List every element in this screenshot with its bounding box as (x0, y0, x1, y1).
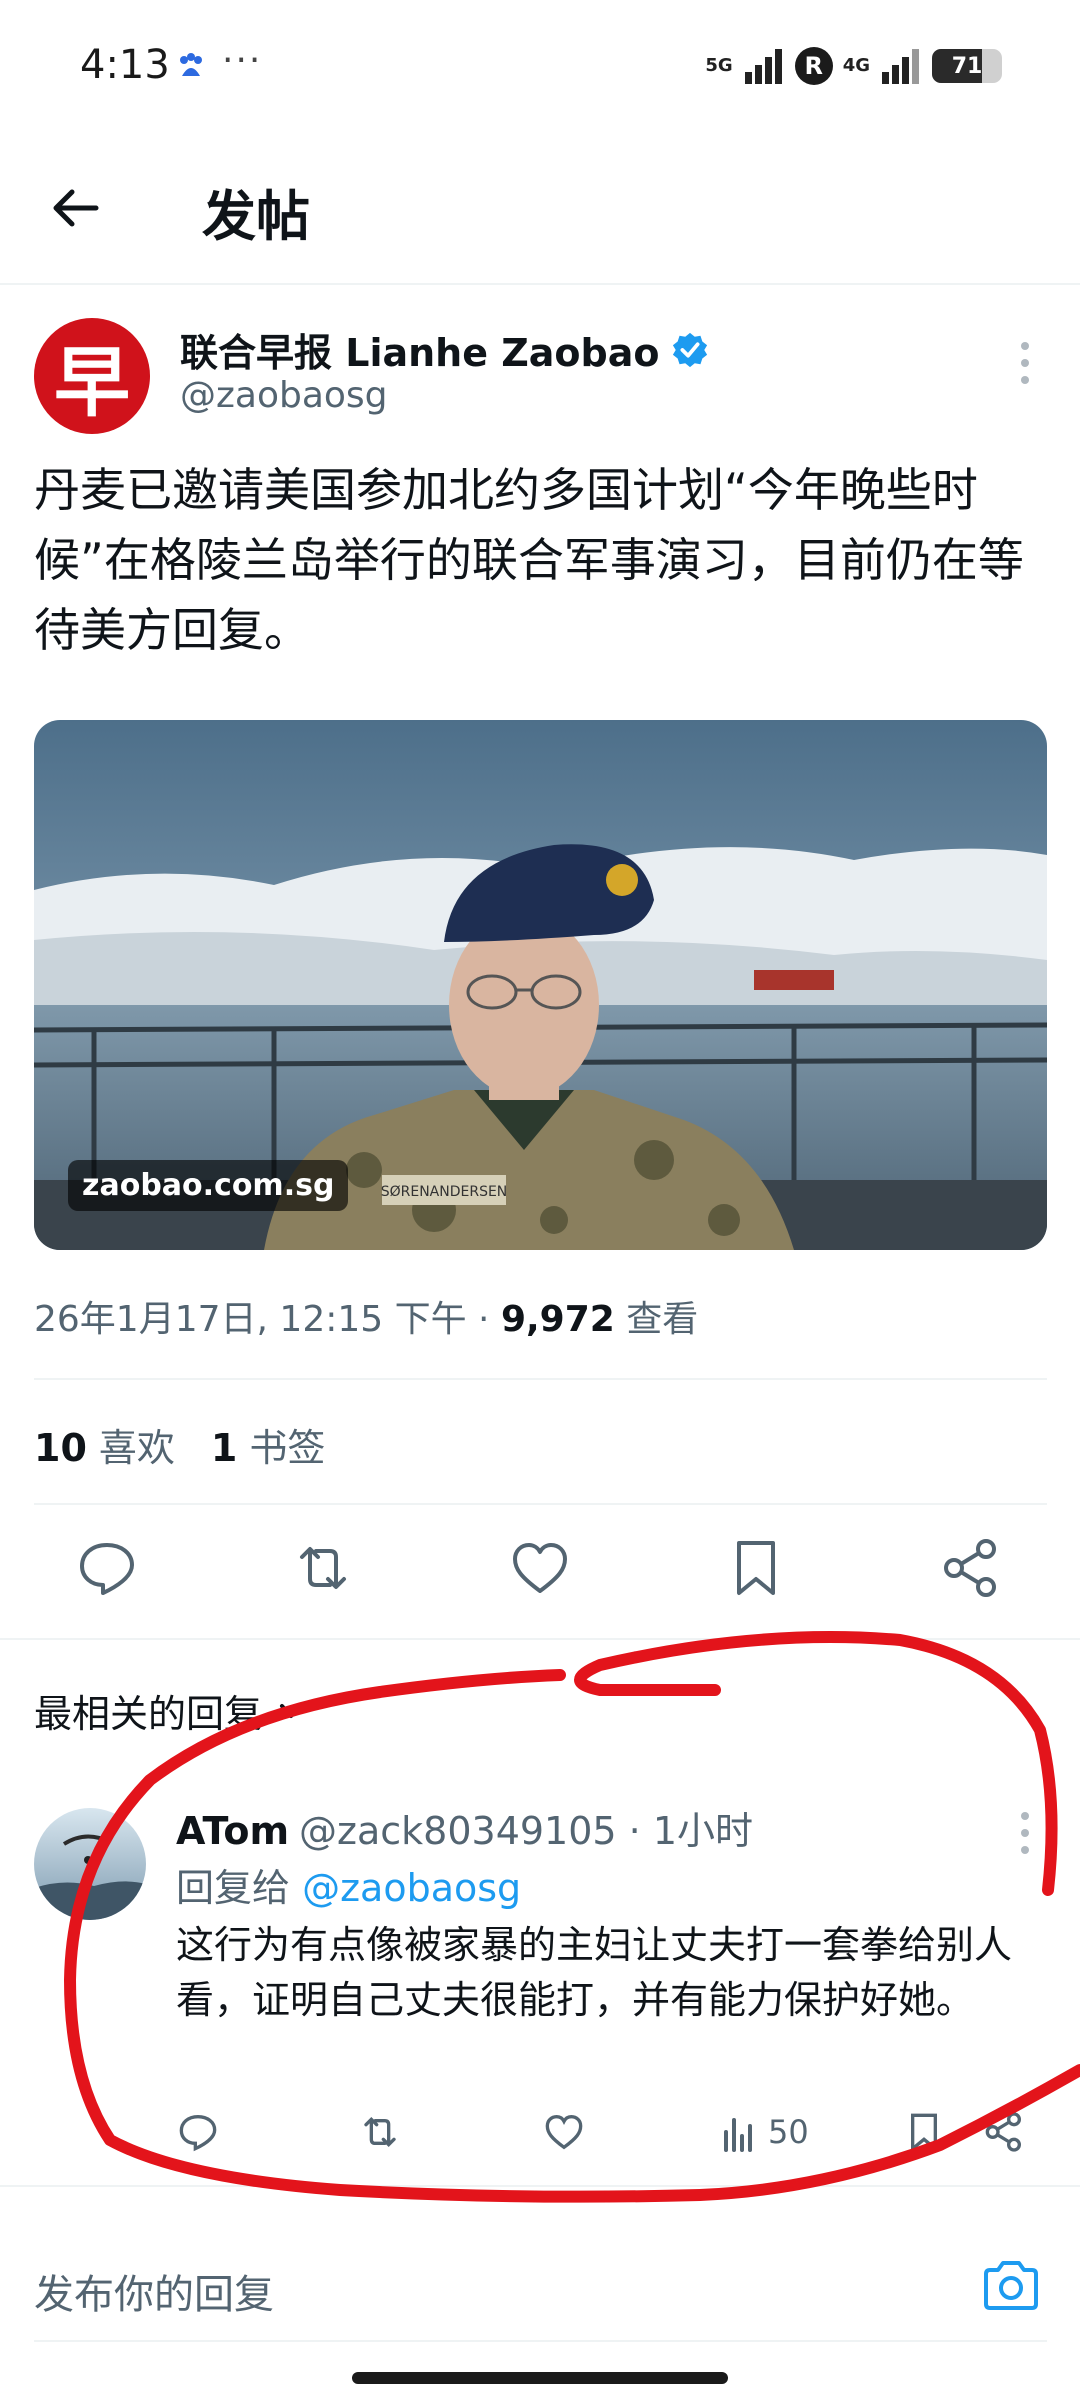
verified-badge-icon (673, 332, 708, 367)
signal-strength-icon (882, 49, 919, 84)
reply-icon (179, 2114, 217, 2152)
bookmark-icon (911, 2113, 937, 2153)
tweet-text: 丹麦已邀请美国参加北约多国计划“今年晚些时候”在格陵兰岛举行的联合军事演习，目前… (34, 463, 1024, 657)
post-header: 发帖 (0, 130, 1080, 285)
reply-text: 这行为有点像被家暴的主妇让丈夫打一套拳给别人看，证明自己丈夫很能打，并有能力保护… (176, 1923, 1013, 2022)
uniform-name-patch: SØRENANDERSEN (381, 1184, 508, 1200)
reply-views-count: 50 (768, 2113, 809, 2151)
camera-icon[interactable] (980, 2256, 1042, 2316)
bookmarks-stat[interactable]: 1 书签 (211, 1417, 325, 1472)
reply-like-button[interactable] (542, 2108, 586, 2156)
tweet-image[interactable]: SØRENANDERSEN zaobao.com.sg (34, 720, 1047, 1250)
views-count: 9,972 (500, 1299, 615, 1340)
page-title: 发帖 (202, 185, 310, 248)
baidu-icon (180, 53, 202, 76)
reply-author-name[interactable]: ATom (176, 1809, 289, 1853)
reply-action-bar: 50 (0, 2108, 1080, 2158)
replies-sort-label: 最相关的回复 (34, 1692, 263, 1736)
status-time: 4:13 (80, 42, 170, 88)
avatar-paraglider-image (34, 1808, 146, 1920)
replies-sort-dropdown[interactable]: 最相关的回复 (34, 1683, 306, 1738)
retweet-icon[interactable] (290, 1535, 356, 1601)
author-handle[interactable]: @zaobaosg (180, 375, 388, 416)
reply-header: ATom @zack80349105 · 1小时 (176, 1800, 753, 1855)
section-separator (0, 1638, 1080, 1640)
tweet-stats: 10 喜欢 1 书签 (34, 1417, 325, 1472)
like-icon[interactable] (507, 1535, 573, 1601)
author-avatar[interactable]: 早 (34, 318, 150, 434)
likes-stat[interactable]: 10 喜欢 (34, 1417, 175, 1472)
reply-retweet-button[interactable] (358, 2108, 402, 2156)
share-icon[interactable] (938, 1535, 1004, 1601)
divider (34, 1378, 1047, 1380)
views-label: 查看 (614, 1299, 699, 1340)
compose-underline (34, 2340, 1047, 2342)
retweet-icon (364, 2116, 396, 2148)
replying-to-prefix: 回复给 (176, 1866, 303, 1910)
reply-bookmark-button[interactable] (902, 2108, 946, 2156)
tweet-meta: 26年1月17日, 12:15 下午 · 9,972 查看 (34, 1290, 698, 1342)
status-overflow-dots: ··· (222, 40, 263, 81)
author-name-text: 联合早报 Lianhe Zaobao (180, 331, 660, 375)
bookmarks-count: 1 (210, 1426, 238, 1470)
more-vertical-icon[interactable] (1010, 1808, 1040, 1858)
likes-label: 喜欢 (98, 1426, 175, 1470)
status-bar: 4:13 ··· 5G R 4G 71 (0, 0, 1080, 130)
reply-views[interactable]: 50 (718, 2108, 809, 2156)
share-icon (985, 2112, 1021, 2152)
likes-count: 10 (34, 1426, 87, 1470)
chevron-down-icon (280, 1703, 303, 1718)
author-name[interactable]: 联合早报 Lianhe Zaobao (180, 322, 709, 377)
reply-compose-input[interactable]: 发布你的回复 (34, 2262, 274, 2320)
bookmark-icon[interactable] (723, 1535, 789, 1601)
replying-to-handle-link[interactable]: @zaobaosg (302, 1866, 521, 1910)
bookmarks-label: 书签 (249, 1426, 326, 1470)
views-icon (724, 2118, 752, 2152)
home-indicator[interactable] (352, 2372, 728, 2384)
battery-level: 71 (951, 53, 983, 79)
reply-avatar[interactable] (34, 1808, 146, 1920)
roaming-badge: R (794, 47, 833, 85)
battery-indicator: 71 (932, 49, 1002, 83)
reply-share-button[interactable] (982, 2108, 1026, 2156)
like-icon (545, 2114, 583, 2150)
replying-to: 回复给 @zaobaosg (176, 1857, 521, 1912)
reply-icon[interactable] (74, 1535, 140, 1601)
avatar-logo-glyph: 早 (54, 338, 130, 427)
back-arrow-icon[interactable] (48, 180, 104, 236)
signal-5g-label: 5G (705, 55, 733, 76)
image-watermark: zaobao.com.sg (68, 1160, 349, 1211)
tweet-timestamp: 26年1月17日, 12:15 下午 · (34, 1299, 501, 1340)
tweet-action-bar (0, 1535, 1080, 1605)
more-vertical-icon[interactable] (1010, 338, 1040, 388)
section-separator (0, 2185, 1080, 2187)
reply-handle-time: @zack80349105 · 1小时 (299, 1809, 754, 1853)
signal-strength-icon (744, 49, 782, 84)
signal-4g-label: 4G (842, 55, 870, 76)
reply-reply-button[interactable] (176, 2108, 220, 2156)
divider (34, 1503, 1047, 1505)
